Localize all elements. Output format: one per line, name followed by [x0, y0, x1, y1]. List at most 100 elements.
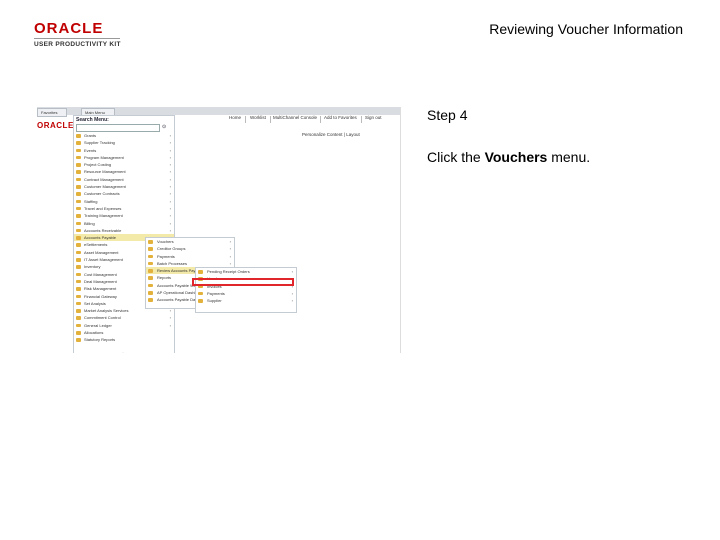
search-menu-label: Search Menu: — [76, 117, 109, 123]
search-menu-input[interactable] — [76, 124, 160, 132]
menu-item[interactable]: Program Management › — [74, 154, 174, 161]
oracle-logo-text: ORACLE — [34, 20, 104, 37]
menu-item-label: Inventory — [84, 264, 101, 270]
chevron-right-icon: › — [169, 191, 171, 197]
chevron-right-icon: › — [169, 315, 171, 321]
menu-item[interactable]: Training Management › — [74, 212, 174, 219]
menu-item-label: General Ledger — [84, 322, 112, 328]
chevron-right-icon: › — [169, 162, 171, 168]
menu-item-label: Grants — [84, 133, 97, 138]
folder-icon — [76, 279, 81, 284]
folder-icon — [148, 240, 153, 244]
folder-icon — [148, 247, 153, 251]
menu-item[interactable]: Project Costing › — [74, 161, 174, 168]
menu-item[interactable]: Customer Contracts › — [74, 190, 174, 197]
vouchers-highlight-box — [192, 278, 294, 286]
folder-icon — [76, 258, 81, 262]
tab-favorites[interactable]: Favorites — [37, 108, 67, 117]
nav-divider — [270, 116, 271, 123]
menu-item[interactable]: Supplier › — [196, 297, 296, 304]
menu-item-label: Training Management — [84, 213, 123, 219]
menu-item-label: Program Management — [84, 154, 124, 160]
chevron-right-icon: › — [169, 198, 171, 204]
menu-item-label: Billing — [84, 220, 95, 226]
menu-item[interactable]: Allocations — [74, 329, 174, 336]
folder-icon — [76, 155, 81, 160]
folder-icon — [76, 134, 81, 138]
menu-item[interactable]: Pending Receipt Orders › — [196, 268, 296, 275]
folder-icon — [76, 294, 81, 299]
menu-item-label: Customer Management — [84, 184, 126, 190]
folder-icon — [76, 236, 81, 240]
menu-item[interactable]: Statutory Reports — [74, 336, 174, 343]
main-menu-dropdown: Search Menu: ⊙ Grants › Supplier Tracking ›… — [73, 115, 175, 353]
folder-icon — [76, 221, 81, 226]
menu-item[interactable]: Supplier Tracking › — [74, 139, 174, 146]
menu-item[interactable]: Grants › — [74, 132, 174, 139]
menu-item[interactable]: Accounts Receivable › — [74, 227, 174, 234]
menu-item[interactable]: Events › — [74, 147, 174, 154]
folder-icon — [76, 323, 81, 328]
menu-item[interactable]: Vouchers › — [146, 238, 234, 245]
worklist-link[interactable]: Worklist — [250, 115, 266, 120]
menu-item-label: Events — [84, 147, 97, 153]
chevron-right-icon: › — [229, 246, 231, 252]
folder-icon — [76, 309, 81, 313]
menu-item-label: Staffing — [84, 198, 98, 204]
menu-item[interactable]: Payments › — [146, 253, 234, 260]
menu-item[interactable]: Resource Management › — [74, 168, 174, 175]
menu-item-label: IT Asset Management — [84, 257, 123, 263]
multichannel-console-link[interactable]: MultiChannel Console — [273, 115, 317, 120]
menu-item-label: Allocations — [84, 330, 104, 336]
folder-icon — [76, 148, 81, 153]
folder-icon — [148, 269, 153, 273]
add-to-favorites-link[interactable]: Add to Favorites — [324, 115, 357, 120]
menu-item[interactable]: Customer Management › — [74, 183, 174, 190]
search-go-icon[interactable]: ⊙ — [162, 124, 166, 130]
chevron-right-icon: › — [169, 227, 171, 233]
folder-icon — [198, 299, 203, 303]
menu-item-label: Batch Processes — [157, 260, 188, 266]
instruction-suffix: menu. — [547, 149, 591, 165]
menu-item[interactable]: Creditor Groups › — [146, 245, 234, 252]
home-link[interactable]: Home — [229, 115, 241, 120]
folder-icon — [76, 338, 81, 342]
instruction-prefix: Click the — [427, 149, 485, 165]
folder-icon — [76, 265, 81, 269]
chevron-right-icon: › — [291, 269, 293, 274]
menu-item[interactable]: Commitment Control › — [74, 314, 174, 321]
chevron-right-icon: › — [169, 322, 171, 328]
app-logo: ORACLE — [37, 121, 74, 130]
chevron-right-icon: › — [291, 298, 293, 304]
menu-item-label: Supplier Tracking — [84, 140, 115, 146]
menu-item-label: Financial Gateway — [84, 293, 117, 299]
nav-divider — [361, 116, 362, 123]
menu-item-label: Contract Management — [84, 176, 124, 182]
chevron-right-icon: › — [169, 147, 171, 153]
menu-item-label: Reports — [157, 275, 172, 281]
scroll-down-icon[interactable]: ⌄ — [121, 350, 125, 353]
folder-icon — [76, 331, 81, 335]
menu-item[interactable]: Staffing › — [74, 198, 174, 205]
menu-item[interactable]: General Ledger › — [74, 322, 174, 329]
folder-icon — [198, 270, 203, 274]
nav-divider — [245, 116, 246, 123]
personalize-links[interactable]: Personalize Content | Layout — [302, 132, 360, 137]
folder-icon — [76, 228, 81, 233]
chevron-right-icon: › — [169, 213, 171, 219]
sign-out-link[interactable]: Sign out — [365, 115, 382, 120]
menu-item-label: Deal Management — [84, 278, 117, 284]
menu-item-label: Risk Management — [84, 286, 117, 292]
folder-icon — [76, 250, 81, 255]
chevron-right-icon: › — [169, 154, 171, 160]
menu-item[interactable]: Contract Management › — [74, 176, 174, 183]
menu-item[interactable]: Payments › — [196, 290, 296, 297]
review-accounts-payable-submenu: Pending Receipt Orders › Vouchers › Invoices… — [195, 267, 297, 313]
folder-icon — [76, 287, 81, 291]
folder-icon — [148, 283, 153, 288]
menu-item[interactable]: Travel and Expenses › — [74, 205, 174, 212]
chevron-right-icon: › — [169, 176, 171, 182]
menu-item[interactable]: Billing › — [74, 220, 174, 227]
chevron-right-icon: › — [169, 205, 171, 211]
folder-icon — [198, 291, 203, 296]
